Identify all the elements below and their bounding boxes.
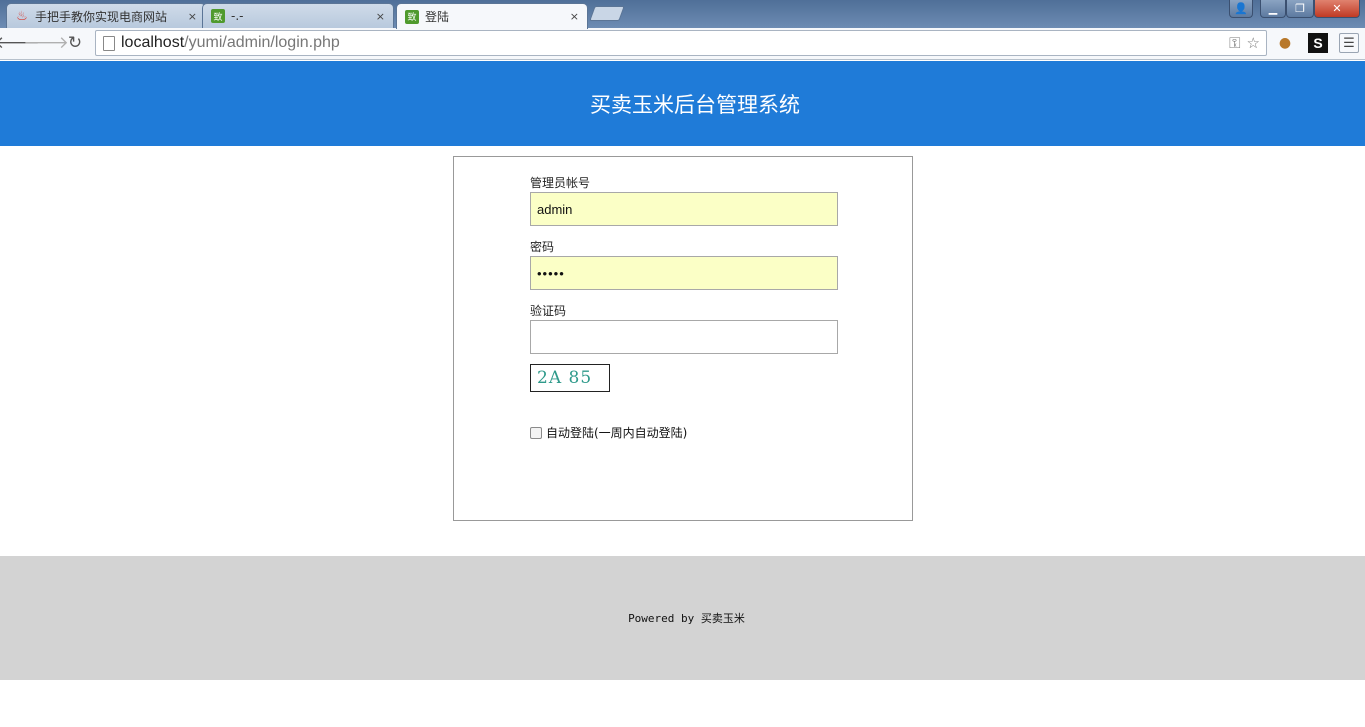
green-badge-icon: 致 [211, 9, 225, 23]
browser-tab-1[interactable]: ♨ 手把手教你实现电商网站 × [6, 3, 206, 28]
menu-icon[interactable]: ☰ [1339, 33, 1359, 53]
login-form: 管理员帐号 admin 密码 ••••• 验证码 2A 85 自动登陆(一周内自… [453, 156, 913, 521]
captcha-image[interactable]: 2A 85 [530, 364, 610, 392]
account-input[interactable]: admin [530, 192, 838, 226]
url-host: localhost [121, 34, 185, 51]
tab-title: 手把手教你实现电商网站 [35, 9, 168, 24]
captcha-input[interactable] [530, 320, 838, 354]
minimize-button[interactable]: ▁ [1260, 0, 1286, 18]
browser-tab-2[interactable]: 致 -.- × [202, 3, 394, 28]
page-title: 买卖玉米后台管理系统 [590, 92, 800, 117]
password-label: 密码 [530, 240, 555, 254]
key-icon[interactable]: ⚿ [1229, 34, 1240, 52]
page-header: 买卖玉米后台管理系统 [0, 61, 1365, 146]
browser-tab-3[interactable]: 致 登陆 × [396, 3, 588, 29]
user-icon[interactable]: 👤 [1229, 0, 1253, 18]
page-footer: Powered by 买卖玉米 [0, 556, 1365, 680]
flame-icon: ♨ [16, 8, 28, 24]
close-window-button[interactable]: ✕ [1314, 0, 1360, 18]
captcha-label: 验证码 [530, 304, 567, 318]
url-path: /yumi/admin/login.php [184, 34, 340, 51]
new-tab-button[interactable] [589, 6, 625, 21]
address-bar[interactable]: localhost/yumi/admin/login.php ⚿ ☆ [95, 30, 1267, 56]
footer-text: Powered by 买卖玉米 [628, 612, 745, 625]
restore-button[interactable]: ❐ [1286, 0, 1314, 18]
url-text: localhost/yumi/admin/login.php [121, 34, 340, 52]
close-icon[interactable]: × [570, 10, 579, 23]
close-icon[interactable]: × [376, 10, 385, 23]
account-label: 管理员帐号 [530, 176, 591, 190]
browser-toolbar: 🡐 🡒 ↻ localhost/yumi/admin/login.php ⚿ ☆… [0, 28, 1365, 60]
remember-label: 自动登陆(一周内自动登陆) [546, 426, 688, 440]
cookie-extension-icon[interactable]: ● [1275, 33, 1295, 53]
star-icon[interactable]: ☆ [1247, 34, 1260, 52]
page-icon [103, 35, 115, 51]
forward-arrow-icon[interactable]: 🡒 [23, 32, 69, 54]
tab-title: 登陆 [425, 10, 450, 24]
reload-icon[interactable]: ↻ [64, 32, 86, 54]
remember-me[interactable]: 自动登陆(一周内自动登陆) [530, 424, 687, 441]
password-input[interactable]: ••••• [530, 256, 838, 290]
tab-title: -.- [231, 9, 244, 23]
browser-tabstrip: ♨ 手把手教你实现电商网站 × 致 -.- × 致 登陆 × 👤 ▁ ❐ ✕ [0, 0, 1365, 29]
green-badge-icon: 致 [405, 9, 419, 24]
s-extension-icon[interactable]: S [1308, 33, 1328, 53]
close-icon[interactable]: × [188, 10, 197, 23]
remember-checkbox[interactable] [530, 426, 542, 439]
